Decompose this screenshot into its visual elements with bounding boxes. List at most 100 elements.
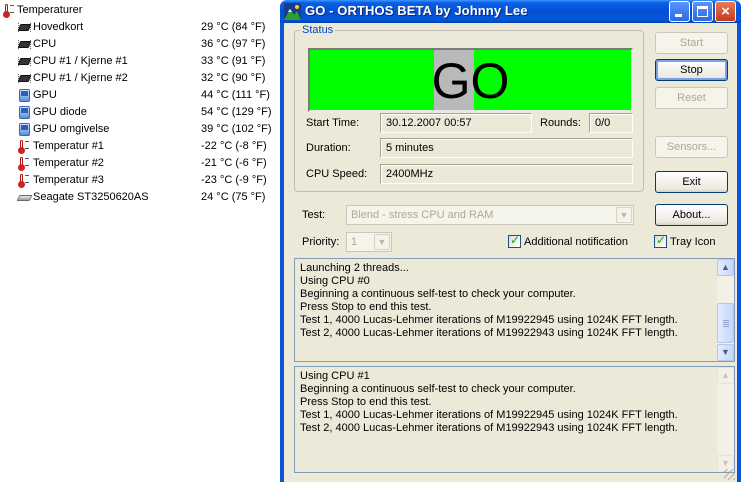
tree-item-value: 33 °C (91 °F) — [201, 55, 266, 67]
about-button[interactable]: About... — [655, 204, 728, 226]
gpu-icon — [18, 123, 31, 136]
cpu-chip-icon — [17, 72, 32, 85]
status-group: Status GO Start Time: 30.12.2007 00:57 R… — [294, 24, 644, 192]
test-select[interactable]: Blend - stress CPU and RAM ▼ — [346, 205, 634, 225]
tree-item-temp1[interactable]: Temperatur #1 -22 °C (-8 °F) — [0, 138, 280, 155]
tray-icon-label: Tray Icon — [670, 236, 716, 248]
thermometer-icon — [18, 157, 29, 171]
tree-item-cpu1-core1[interactable]: CPU #1 / Kjerne #1 33 °C (91 °F) — [0, 53, 280, 70]
stop-button[interactable]: Stop — [655, 59, 728, 81]
tree-item-label: Hovedkort — [33, 21, 84, 33]
window-titlebar[interactable]: GO - ORTHOS BETA by Johnny Lee × — [280, 0, 741, 23]
status-group-legend: Status — [300, 24, 336, 36]
tree-item-label: Seagate ST3250620AS — [33, 191, 149, 203]
log-line: Press Stop to end this test. — [300, 301, 432, 313]
sensor-tree: Temperaturer Hovedkort 29 °C (84 °F) CPU… — [0, 0, 280, 482]
orthos-app-icon — [284, 3, 301, 20]
tree-item-gpu-ambient[interactable]: GPU omgivelse 39 °C (102 °F) — [0, 121, 280, 138]
tree-root-label: Temperaturer — [17, 4, 83, 16]
reset-button[interactable]: Reset — [655, 87, 728, 109]
resize-grip[interactable] — [724, 469, 735, 480]
tree-item-gpu-diode[interactable]: GPU diode 54 °C (129 °F) — [0, 104, 280, 121]
cpu-speed-label: CPU Speed: — [306, 168, 368, 180]
thermometer-icon — [3, 4, 14, 18]
start-button[interactable]: Start — [655, 32, 728, 54]
start-time-label: Start Time: — [306, 117, 360, 129]
tree-item-hdd[interactable]: Seagate ST3250620AS 24 °C (75 °F) — [0, 189, 280, 206]
priority-select[interactable]: 1 ▼ — [346, 232, 392, 252]
additional-notification-label: Additional notification — [524, 236, 628, 248]
chevron-down-icon: ▼ — [616, 207, 632, 223]
tree-item-value: 36 °C (97 °F) — [201, 38, 266, 50]
log-line: Test 2, 4000 Lucas-Lehmer iterations of … — [300, 422, 678, 434]
window-title: GO - ORTHOS BETA by Johnny Lee — [305, 3, 528, 18]
tree-item-value: 54 °C (129 °F) — [201, 106, 272, 118]
scroll-up-icon[interactable]: ▲ — [717, 367, 734, 384]
duration-field: 5 minutes — [380, 138, 633, 158]
test-select-value: Blend - stress CPU and RAM — [351, 209, 494, 221]
log-line: Press Stop to end this test. — [300, 396, 432, 408]
tree-item-label: Temperatur #3 — [33, 174, 104, 186]
tree-item-cpu1-core2[interactable]: CPU #1 / Kjerne #2 32 °C (90 °F) — [0, 70, 280, 87]
log-cpu1-scrollbar[interactable]: ▲ ▼ — [717, 367, 734, 472]
log-cpu1[interactable]: Using CPU #1 Beginning a continuous self… — [294, 366, 735, 473]
tree-item-value: -23 °C (-9 °F) — [201, 174, 267, 186]
tree-item-value: -22 °C (-8 °F) — [201, 140, 267, 152]
log-line: Beginning a continuous self-test to chec… — [300, 288, 576, 300]
gpu-icon — [18, 89, 31, 102]
tree-item-label: GPU omgivelse — [33, 123, 110, 135]
window-client-area: Status GO Start Time: 30.12.2007 00:57 R… — [284, 23, 737, 482]
log-line: Launching 2 threads... — [300, 262, 409, 274]
tree-item-value: 44 °C (111 °F) — [201, 89, 270, 101]
log-cpu0-scrollbar[interactable]: ▲ ▼ — [717, 259, 734, 361]
tree-item-motherboard[interactable]: Hovedkort 29 °C (84 °F) — [0, 19, 280, 36]
tree-item-value: 29 °C (84 °F) — [201, 21, 266, 33]
log-line: Using CPU #1 — [300, 370, 370, 382]
close-button[interactable]: × — [715, 1, 736, 22]
scroll-down-icon[interactable]: ▼ — [717, 344, 734, 361]
minimize-button[interactable] — [669, 1, 690, 22]
tree-item-value: 32 °C (90 °F) — [201, 72, 266, 84]
priority-label: Priority: — [302, 236, 340, 248]
rounds-field: 0/0 — [589, 113, 633, 133]
status-banner: GO — [308, 48, 633, 112]
cpu-chip-icon — [17, 38, 32, 51]
log-line: Using CPU #0 — [300, 275, 370, 287]
tree-root-temperatures[interactable]: Temperaturer — [0, 2, 280, 19]
thermometer-icon — [18, 140, 29, 154]
chevron-down-icon: ▼ — [374, 234, 390, 250]
log-line: Beginning a continuous self-test to chec… — [300, 383, 576, 395]
tree-item-temp2[interactable]: Temperatur #2 -21 °C (-6 °F) — [0, 155, 280, 172]
gpu-icon — [18, 106, 31, 119]
log-line: Test 1, 4000 Lucas-Lehmer iterations of … — [300, 314, 678, 326]
log-cpu0[interactable]: Launching 2 threads... Using CPU #0 Begi… — [294, 258, 735, 362]
tree-item-label: CPU #1 / Kjerne #2 — [33, 72, 128, 84]
close-icon: × — [721, 3, 730, 20]
additional-notification-checkbox[interactable]: ✓ — [508, 233, 521, 248]
sensors-button[interactable]: Sensors... — [655, 136, 728, 158]
maximize-button[interactable] — [692, 1, 713, 22]
log-cpu0-text: Launching 2 threads... Using CPU #0 Begi… — [300, 262, 715, 340]
checkmark-icon: ✓ — [656, 233, 667, 247]
tray-icon-checkbox[interactable]: ✓ — [654, 233, 667, 248]
motherboard-icon — [17, 21, 32, 34]
tree-item-label: Temperatur #2 — [33, 157, 104, 169]
tree-item-value: -21 °C (-6 °F) — [201, 157, 267, 169]
scrollbar-thumb[interactable] — [717, 303, 734, 343]
thermometer-icon — [18, 174, 29, 188]
cpu-chip-icon — [17, 55, 32, 68]
tree-item-label: GPU — [33, 89, 57, 101]
tree-item-cpu[interactable]: CPU 36 °C (97 °F) — [0, 36, 280, 53]
start-time-field: 30.12.2007 00:57 — [380, 113, 532, 133]
tree-item-label: CPU — [33, 38, 57, 50]
cpu-speed-field: 2400MHz — [380, 164, 633, 184]
maximize-icon — [693, 2, 712, 21]
tree-item-value: 24 °C (75 °F) — [201, 191, 266, 203]
tree-item-temp3[interactable]: Temperatur #3 -23 °C (-9 °F) — [0, 172, 280, 189]
orthos-window: GO - ORTHOS BETA by Johnny Lee × Status … — [280, 0, 741, 482]
exit-button[interactable]: Exit — [655, 171, 728, 193]
tree-item-label: Temperatur #1 — [33, 140, 104, 152]
scroll-up-icon[interactable]: ▲ — [717, 259, 734, 276]
tree-item-gpu[interactable]: GPU 44 °C (111 °F) — [0, 87, 280, 104]
checkmark-icon: ✓ — [510, 233, 521, 247]
